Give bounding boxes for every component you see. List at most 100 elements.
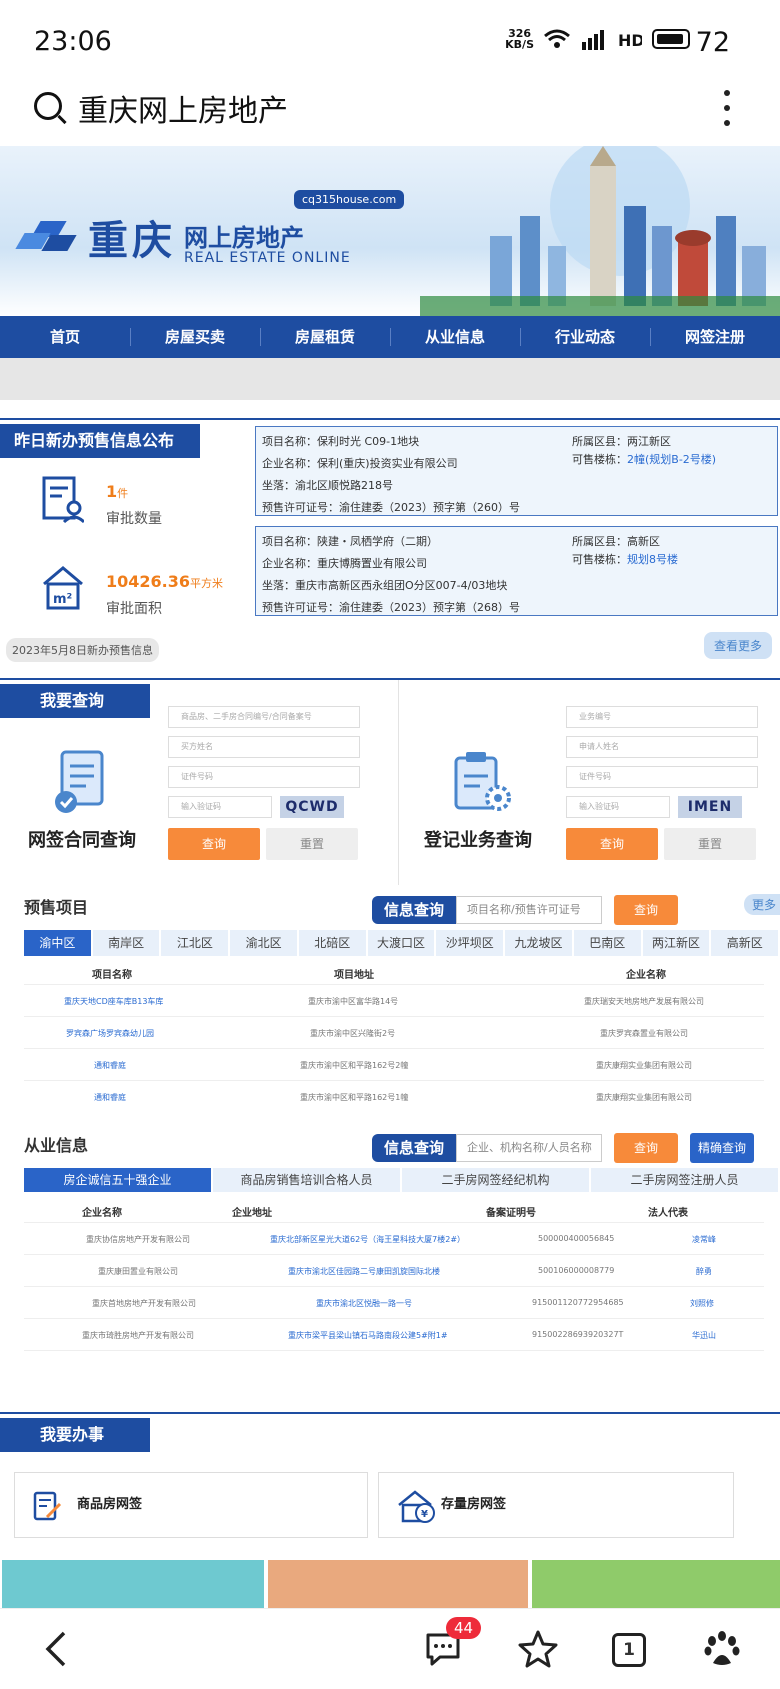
nav-signup[interactable]: 网签注册 <box>650 316 780 358</box>
projects-search-button[interactable]: 查询 <box>614 895 678 925</box>
city-skyline-illustration <box>420 146 780 316</box>
contract-query-button[interactable]: 查询 <box>168 828 260 860</box>
nav-employee-info[interactable]: 从业信息 <box>390 316 520 358</box>
service-tile[interactable] <box>532 1560 780 1610</box>
browser-query[interactable]: 重庆网上房地产 <box>78 86 288 130</box>
nav-home[interactable]: 首页 <box>0 316 130 358</box>
projects-search-input[interactable]: 项目名称/预售许可证号 <box>456 896 602 924</box>
precise-search-button[interactable]: 精确查询 <box>690 1133 754 1163</box>
approval-count-label: 审批数量 <box>106 511 162 527</box>
district-tab[interactable]: 江北区 <box>161 930 231 956</box>
employee-search-button[interactable]: 查询 <box>614 1133 678 1163</box>
district-tab[interactable]: 两江新区 <box>642 930 712 956</box>
district-tab[interactable]: 大渡口区 <box>367 930 437 956</box>
presale-item[interactable]: 项目名称：陕建・凤栖学府（二期） 企业名称：重庆博腾置业有限公司 坐落：重庆市高… <box>255 526 778 616</box>
new-house-signing-label: 商品房网签 <box>77 1497 143 1512</box>
buyer-name-input[interactable]: 买方姓名 <box>168 736 360 758</box>
registration-query-button[interactable]: 查询 <box>566 828 658 860</box>
business-number-input[interactable]: 业务编号 <box>566 706 758 728</box>
service-tiles <box>0 1560 780 1610</box>
captcha-image-2[interactable]: IMEN <box>678 796 742 818</box>
col-header: 企业名称 <box>82 1208 122 1219</box>
employee-search-input[interactable]: 企业、机构名称/人员名称 <box>456 1134 602 1162</box>
clipboard-gear-icon <box>454 752 511 811</box>
presale-item[interactable]: 项目名称：保利时光 C09-1地块 企业名称：保利(重庆)投资实业有限公司 坐落… <box>255 426 778 516</box>
new-house-signing-card[interactable]: 商品房网签 <box>14 1472 368 1538</box>
gray-divider <box>0 358 780 400</box>
captcha-input-2[interactable]: 输入验证码 <box>566 796 670 818</box>
back-icon[interactable] <box>44 1629 68 1669</box>
building-link[interactable]: 2幢(规划B-2号楼) <box>627 453 716 466</box>
district-tab[interactable]: 沙坪坝区 <box>436 930 506 956</box>
status-icons: 326 KB/S HD <box>505 28 690 50</box>
battery-level: 72 <box>695 27 730 58</box>
signal-icon <box>582 30 604 50</box>
projects-search-tab: 信息查询 <box>372 896 457 924</box>
table-row[interactable]: 通和睿庭 <box>94 1092 126 1103</box>
service-tile[interactable] <box>268 1560 528 1610</box>
captcha-image[interactable]: QCWD <box>280 796 344 818</box>
query-title: 我要查询 <box>0 684 150 718</box>
approval-count: 1件 <box>106 482 129 501</box>
projects-more-button[interactable]: 更多 <box>743 894 780 915</box>
contract-doc-icon <box>55 750 104 813</box>
table-row[interactable]: 罗宾森广场罗宾森幼儿园 <box>66 1028 154 1039</box>
tab-top50[interactable]: 房企诚信五十强企业 <box>24 1168 213 1192</box>
table-row[interactable]: 重庆首地房地产开发有限公司 <box>92 1298 196 1309</box>
tab-registered-staff[interactable]: 二手房网签注册人员 <box>591 1168 780 1192</box>
approval-area: 10426.36平方米 <box>106 572 224 591</box>
tab-trained-staff[interactable]: 商品房销售培训合格人员 <box>213 1168 402 1192</box>
district-tab[interactable]: 南岸区 <box>92 930 162 956</box>
contract-query-label: 网签合同查询 <box>28 830 136 851</box>
building-link[interactable]: 规划8号楼 <box>627 553 678 566</box>
house-area-icon: m² <box>43 566 83 610</box>
table-row[interactable]: 重庆市琦胜房地产开发有限公司 <box>82 1330 194 1341</box>
captcha-input[interactable]: 输入验证码 <box>168 796 272 818</box>
more-menu-icon[interactable] <box>724 90 732 126</box>
tab-agencies[interactable]: 二手房网签经纪机构 <box>402 1168 591 1192</box>
projects-title: 预售项目 <box>24 898 89 917</box>
contract-reset-button[interactable]: 重置 <box>266 828 358 860</box>
employee-info-section: 从业信息 信息查询 企业、机构名称/人员名称 查询 精确查询 房企诚信五十强企业… <box>0 1126 780 1376</box>
service-tile[interactable] <box>2 1560 264 1610</box>
district-tab[interactable]: 九龙坡区 <box>505 930 574 956</box>
existing-house-signing-card[interactable]: ¥ 存量房网签 <box>378 1472 734 1538</box>
wifi-icon <box>544 29 570 48</box>
district-tab[interactable]: 渝中区 <box>24 930 93 956</box>
edit-document-icon <box>33 1491 62 1521</box>
site-logo-title: 重庆 <box>88 217 176 264</box>
registration-reset-button[interactable]: 重置 <box>664 828 756 860</box>
id-number-input-2[interactable]: 证件号码 <box>566 766 758 788</box>
star-icon[interactable] <box>518 1629 558 1669</box>
site-logo-subtitle: 网上房地产 <box>184 224 304 252</box>
site-logo-icon <box>15 221 78 259</box>
paw-icon[interactable] <box>702 1629 742 1669</box>
district-tab[interactable]: 渝北区 <box>230 930 299 956</box>
col-header: 备案证明号 <box>486 1208 536 1219</box>
district-tab[interactable]: 巴南区 <box>573 930 643 956</box>
nav-industry-news[interactable]: 行业动态 <box>520 316 650 358</box>
site-domain: cq315house.com <box>294 190 405 209</box>
district-tab[interactable]: 高新区 <box>711 930 780 956</box>
search-icon <box>34 92 62 120</box>
contract-number-input[interactable]: 商品房、二手房合同编号/合同备案号 <box>168 706 360 728</box>
document-icon <box>42 476 84 524</box>
id-number-input[interactable]: 证件号码 <box>168 766 360 788</box>
site-banner: 重庆 cq315house.com 网上房地产 REAL ESTATE ONLI… <box>0 146 780 316</box>
presale-more-button[interactable]: 查看更多 <box>703 632 772 659</box>
table-row[interactable]: 重庆协信房地产开发有限公司 <box>86 1234 190 1245</box>
nav-house-rent[interactable]: 房屋租赁 <box>260 316 390 358</box>
district-tab[interactable]: 北碚区 <box>298 930 368 956</box>
table-row[interactable]: 重庆天地CD座车库B13车库 <box>64 996 163 1007</box>
existing-house-signing-label: 存量房网签 <box>441 1497 507 1512</box>
main-nav: 首页 房屋买卖 房屋租赁 从业信息 行业动态 网签注册 <box>0 316 780 358</box>
table-row[interactable]: 通和睿庭 <box>94 1060 126 1071</box>
tabs-count-button[interactable]: 1 <box>612 1633 646 1667</box>
site-logo-english: REAL ESTATE ONLINE <box>184 250 351 266</box>
table-row[interactable]: 重庆康田置业有限公司 <box>98 1266 178 1277</box>
applicant-name-input[interactable]: 申请人姓名 <box>566 736 758 758</box>
browser-search-bar[interactable]: 重庆网上房地产 <box>0 86 780 146</box>
nav-house-trade[interactable]: 房屋买卖 <box>130 316 260 358</box>
query-section: 我要查询 网签合同查询 商品房、二手房合同编号/合同备案号 买方姓名 证件号码 … <box>0 678 780 885</box>
message-badge: 44 <box>446 1617 482 1639</box>
